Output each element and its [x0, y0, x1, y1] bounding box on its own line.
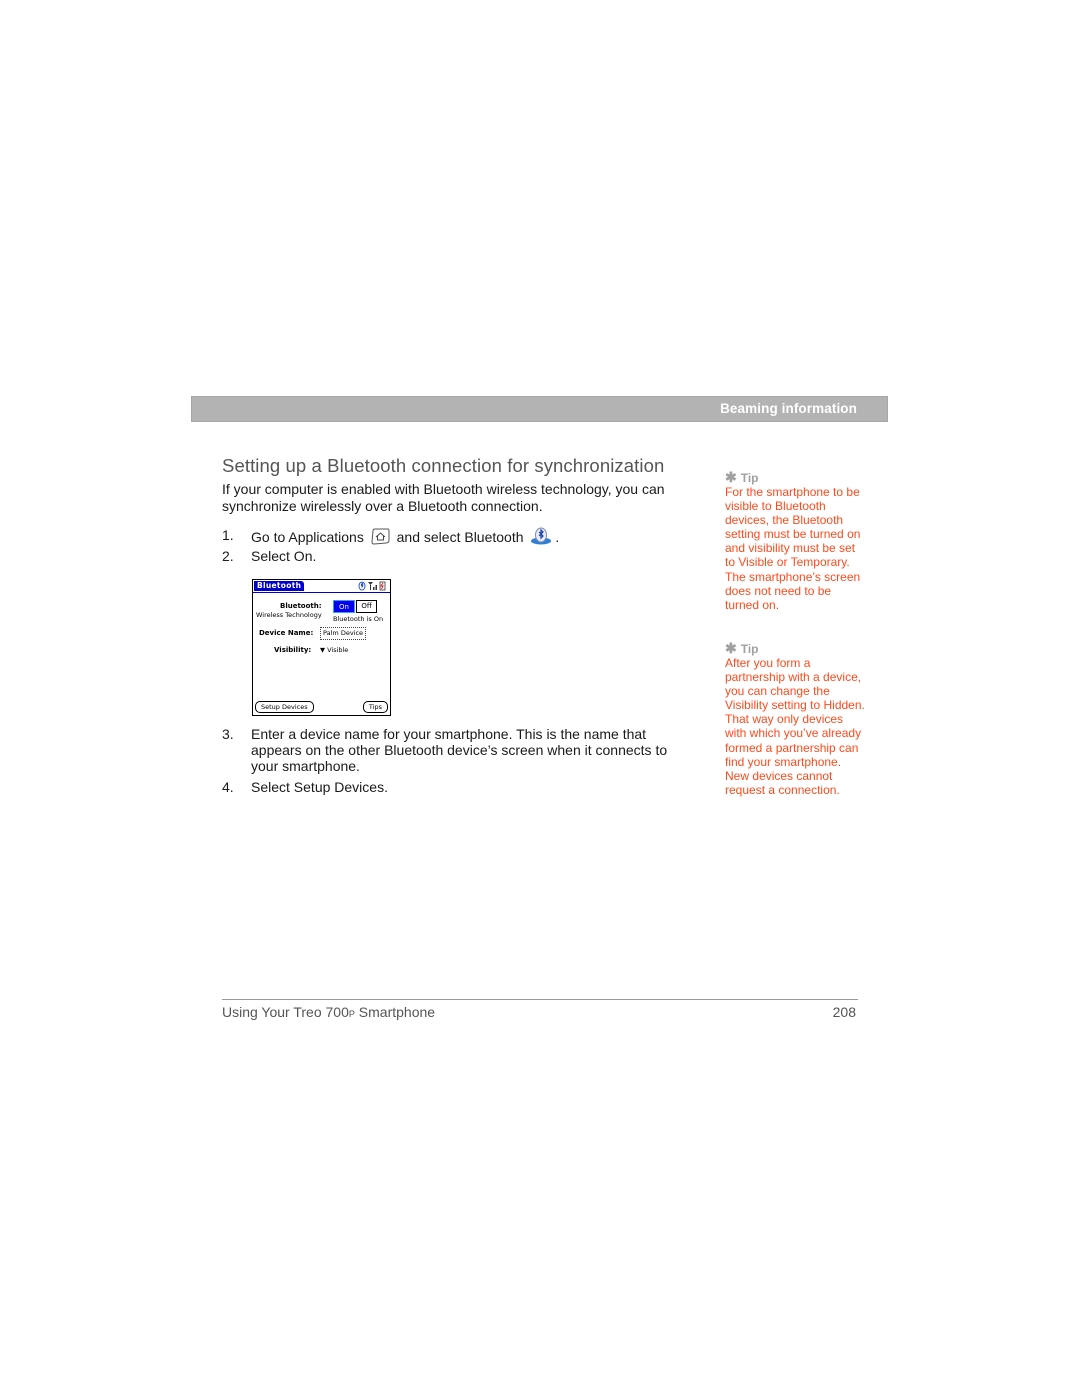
step-1: 1. Go to Applications and select Bluetoo… — [222, 527, 702, 545]
step-text: Select Setup Devices. — [251, 779, 388, 795]
step-number: 1. — [222, 527, 234, 543]
step-2: 2. Select On. — [222, 548, 702, 566]
bluetooth-label: Bluetooth: — [280, 602, 322, 610]
step-text: and select Bluetooth — [396, 529, 524, 545]
asterisk-icon: ✱ — [725, 640, 737, 656]
step-text: Enter a device name for your smartphone.… — [251, 726, 668, 774]
setup-devices-button[interactable]: Setup Devices — [255, 701, 314, 713]
applications-icon — [371, 528, 390, 548]
device-name-label: Device Name: — [259, 629, 314, 637]
section-title: Beaming information — [720, 401, 857, 416]
tip-text: For the smartphone to be visible to Blue… — [725, 485, 861, 612]
dropdown-triangle-icon: ▼ — [320, 646, 325, 654]
bluetooth-off-button[interactable]: Off — [356, 600, 377, 613]
tip-label: Tip — [740, 471, 759, 485]
step-number: 3. — [222, 726, 234, 742]
intro-paragraph: If your computer is enabled with Bluetoo… — [222, 481, 665, 514]
tip-text: After you form a partnership with a devi… — [725, 656, 865, 797]
step-text: Select On. — [251, 548, 317, 564]
step-text: . — [555, 529, 560, 545]
wireless-technology-label: Wireless Technology — [256, 611, 322, 619]
palm-title-bar: Bluetooth — [253, 580, 390, 593]
bluetooth-status-icon — [358, 581, 366, 591]
bluetooth-app-icon — [530, 527, 552, 548]
page-title: Setting up a Bluetooth connection for sy… — [222, 455, 665, 476]
step-3: 3. Enter a device name for your smartpho… — [222, 726, 702, 776]
asterisk-icon: ✱ — [725, 469, 737, 485]
palm-title: Bluetooth — [254, 581, 305, 591]
step-number: 2. — [222, 548, 234, 564]
bluetooth-on-button[interactable]: On — [333, 600, 355, 613]
tip-heading: ✱ Tip — [725, 469, 759, 486]
step-text: Go to Applications — [251, 529, 364, 545]
visibility-label: Visibility: — [274, 646, 312, 654]
footer-divider — [222, 999, 858, 1000]
battery-icon — [379, 581, 386, 591]
bluetooth-screen-screenshot: Bluetooth Bluetooth: Wireless Technology… — [252, 579, 391, 716]
tip-heading: ✱ Tip — [725, 640, 759, 657]
signal-icon — [368, 582, 377, 590]
visibility-value: Visible — [327, 646, 349, 654]
section-header-bar: Beaming information — [191, 396, 888, 422]
page-number: 208 — [832, 1004, 856, 1020]
step-number: 4. — [222, 779, 234, 795]
tips-button[interactable]: Tips — [362, 701, 388, 713]
tip-label: Tip — [740, 642, 759, 656]
bluetooth-status-text: Bluetooth is On — [333, 615, 384, 623]
visibility-dropdown[interactable]: ▼ Visible — [320, 646, 348, 654]
footer-title: Using Your Treo 700P Smartphone — [222, 1004, 436, 1020]
step-4: 4. Select Setup Devices. — [222, 779, 702, 797]
device-name-field[interactable]: Palm Device — [320, 627, 367, 640]
